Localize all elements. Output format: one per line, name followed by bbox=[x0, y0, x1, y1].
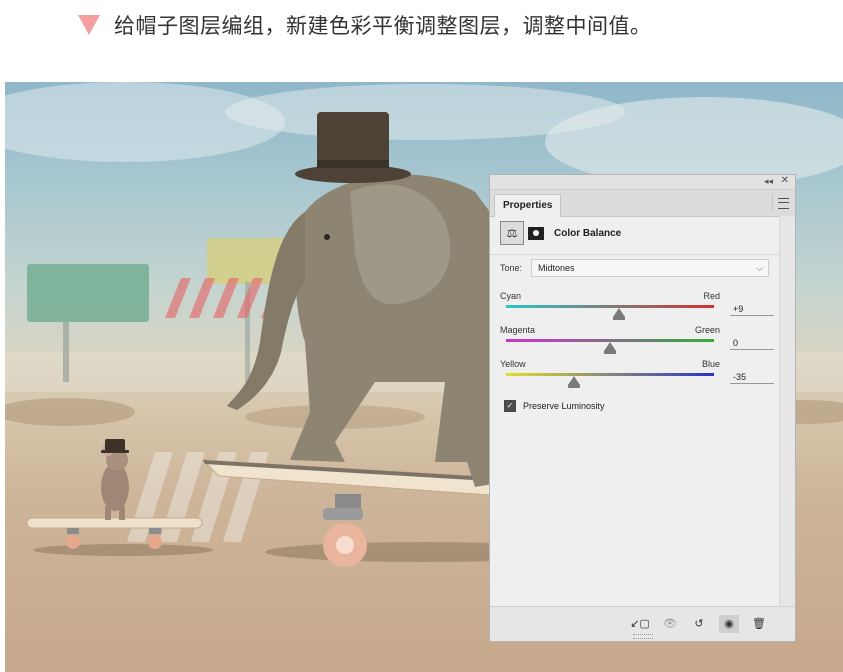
slider-left-label: Cyan bbox=[500, 291, 522, 301]
caption: 给帽子图层编组，新建色彩平衡调整图层，调整中间值。 bbox=[78, 10, 652, 40]
header-divider bbox=[490, 254, 780, 255]
slider-thumb[interactable] bbox=[567, 376, 580, 388]
tone-select-value: Midtones bbox=[538, 263, 575, 273]
slider-right-label: Blue bbox=[701, 359, 720, 369]
slider-right-label: Green bbox=[694, 325, 720, 335]
panel-menu-icon[interactable] bbox=[778, 198, 789, 209]
preserve-luminosity-label: Preserve Luminosity bbox=[523, 401, 605, 411]
magenta-green-slider[interactable]: Magenta Green 0 bbox=[500, 325, 775, 357]
trash-icon[interactable]: 🗑︎ bbox=[749, 615, 769, 633]
collapse-panel-button[interactable]: ◂◂ bbox=[764, 176, 773, 187]
panel-scrollbar[interactable] bbox=[779, 216, 795, 607]
panel-menu-divider bbox=[772, 194, 773, 212]
slider-value-field[interactable]: +9 bbox=[730, 302, 774, 316]
layer-mask-icon[interactable] bbox=[528, 226, 544, 240]
slider-left-label: Yellow bbox=[500, 359, 526, 369]
panel-footer: ↙▢ 👁︎ ↺ ◉ 🗑︎ bbox=[490, 606, 795, 641]
tone-row: Tone: Midtones ⌵ bbox=[500, 258, 769, 278]
slider-track bbox=[506, 305, 714, 308]
adjustment-title: Color Balance bbox=[554, 227, 622, 239]
slider-thumb[interactable] bbox=[613, 308, 626, 320]
slider-value-field[interactable]: -35 bbox=[730, 370, 774, 384]
resize-grip[interactable] bbox=[633, 634, 653, 639]
panel-body: ⚖ Color Balance Tone: Midtones ⌵ Cyan Re… bbox=[490, 216, 780, 607]
slider-value-field[interactable]: 0 bbox=[730, 336, 774, 350]
caption-text: 给帽子图层编组，新建色彩平衡调整图层，调整中间值。 bbox=[114, 14, 652, 38]
clip-to-layer-icon[interactable]: ↙▢ bbox=[630, 615, 650, 633]
slider-right-label: Red bbox=[703, 291, 720, 301]
panel-title-bar: ◂◂ ✕ bbox=[490, 175, 795, 190]
adjustment-header: ⚖ Color Balance bbox=[500, 221, 621, 245]
preserve-luminosity-checkbox[interactable]: ✓ bbox=[504, 400, 516, 412]
reset-icon[interactable]: ↺ bbox=[689, 615, 709, 633]
slider-thumb[interactable] bbox=[604, 342, 616, 354]
slider-track bbox=[506, 373, 714, 376]
yellow-blue-slider[interactable]: Yellow Blue -35 bbox=[500, 359, 775, 391]
chevron-down-icon: ⌵ bbox=[756, 263, 763, 273]
caption-marker-icon bbox=[78, 15, 100, 35]
view-previous-state-icon[interactable]: 👁︎ bbox=[660, 615, 680, 633]
tone-label: Tone: bbox=[500, 263, 523, 273]
properties-panel: ◂◂ ✕ Properties ⚖ Color Balance Tone: Mi… bbox=[489, 174, 796, 642]
cyan-red-slider[interactable]: Cyan Red +9 bbox=[500, 291, 775, 323]
visibility-eye-icon[interactable]: ◉ bbox=[719, 615, 739, 633]
close-panel-button[interactable]: ✕ bbox=[781, 175, 789, 186]
tab-properties[interactable]: Properties bbox=[494, 194, 562, 217]
slider-left-label: Magenta bbox=[500, 325, 536, 335]
balance-scale-icon[interactable]: ⚖ bbox=[500, 221, 524, 245]
tone-select[interactable]: Midtones ⌵ bbox=[531, 259, 769, 277]
panel-tab-row: Properties bbox=[490, 190, 795, 217]
preserve-luminosity-row[interactable]: ✓ Preserve Luminosity bbox=[504, 400, 605, 412]
